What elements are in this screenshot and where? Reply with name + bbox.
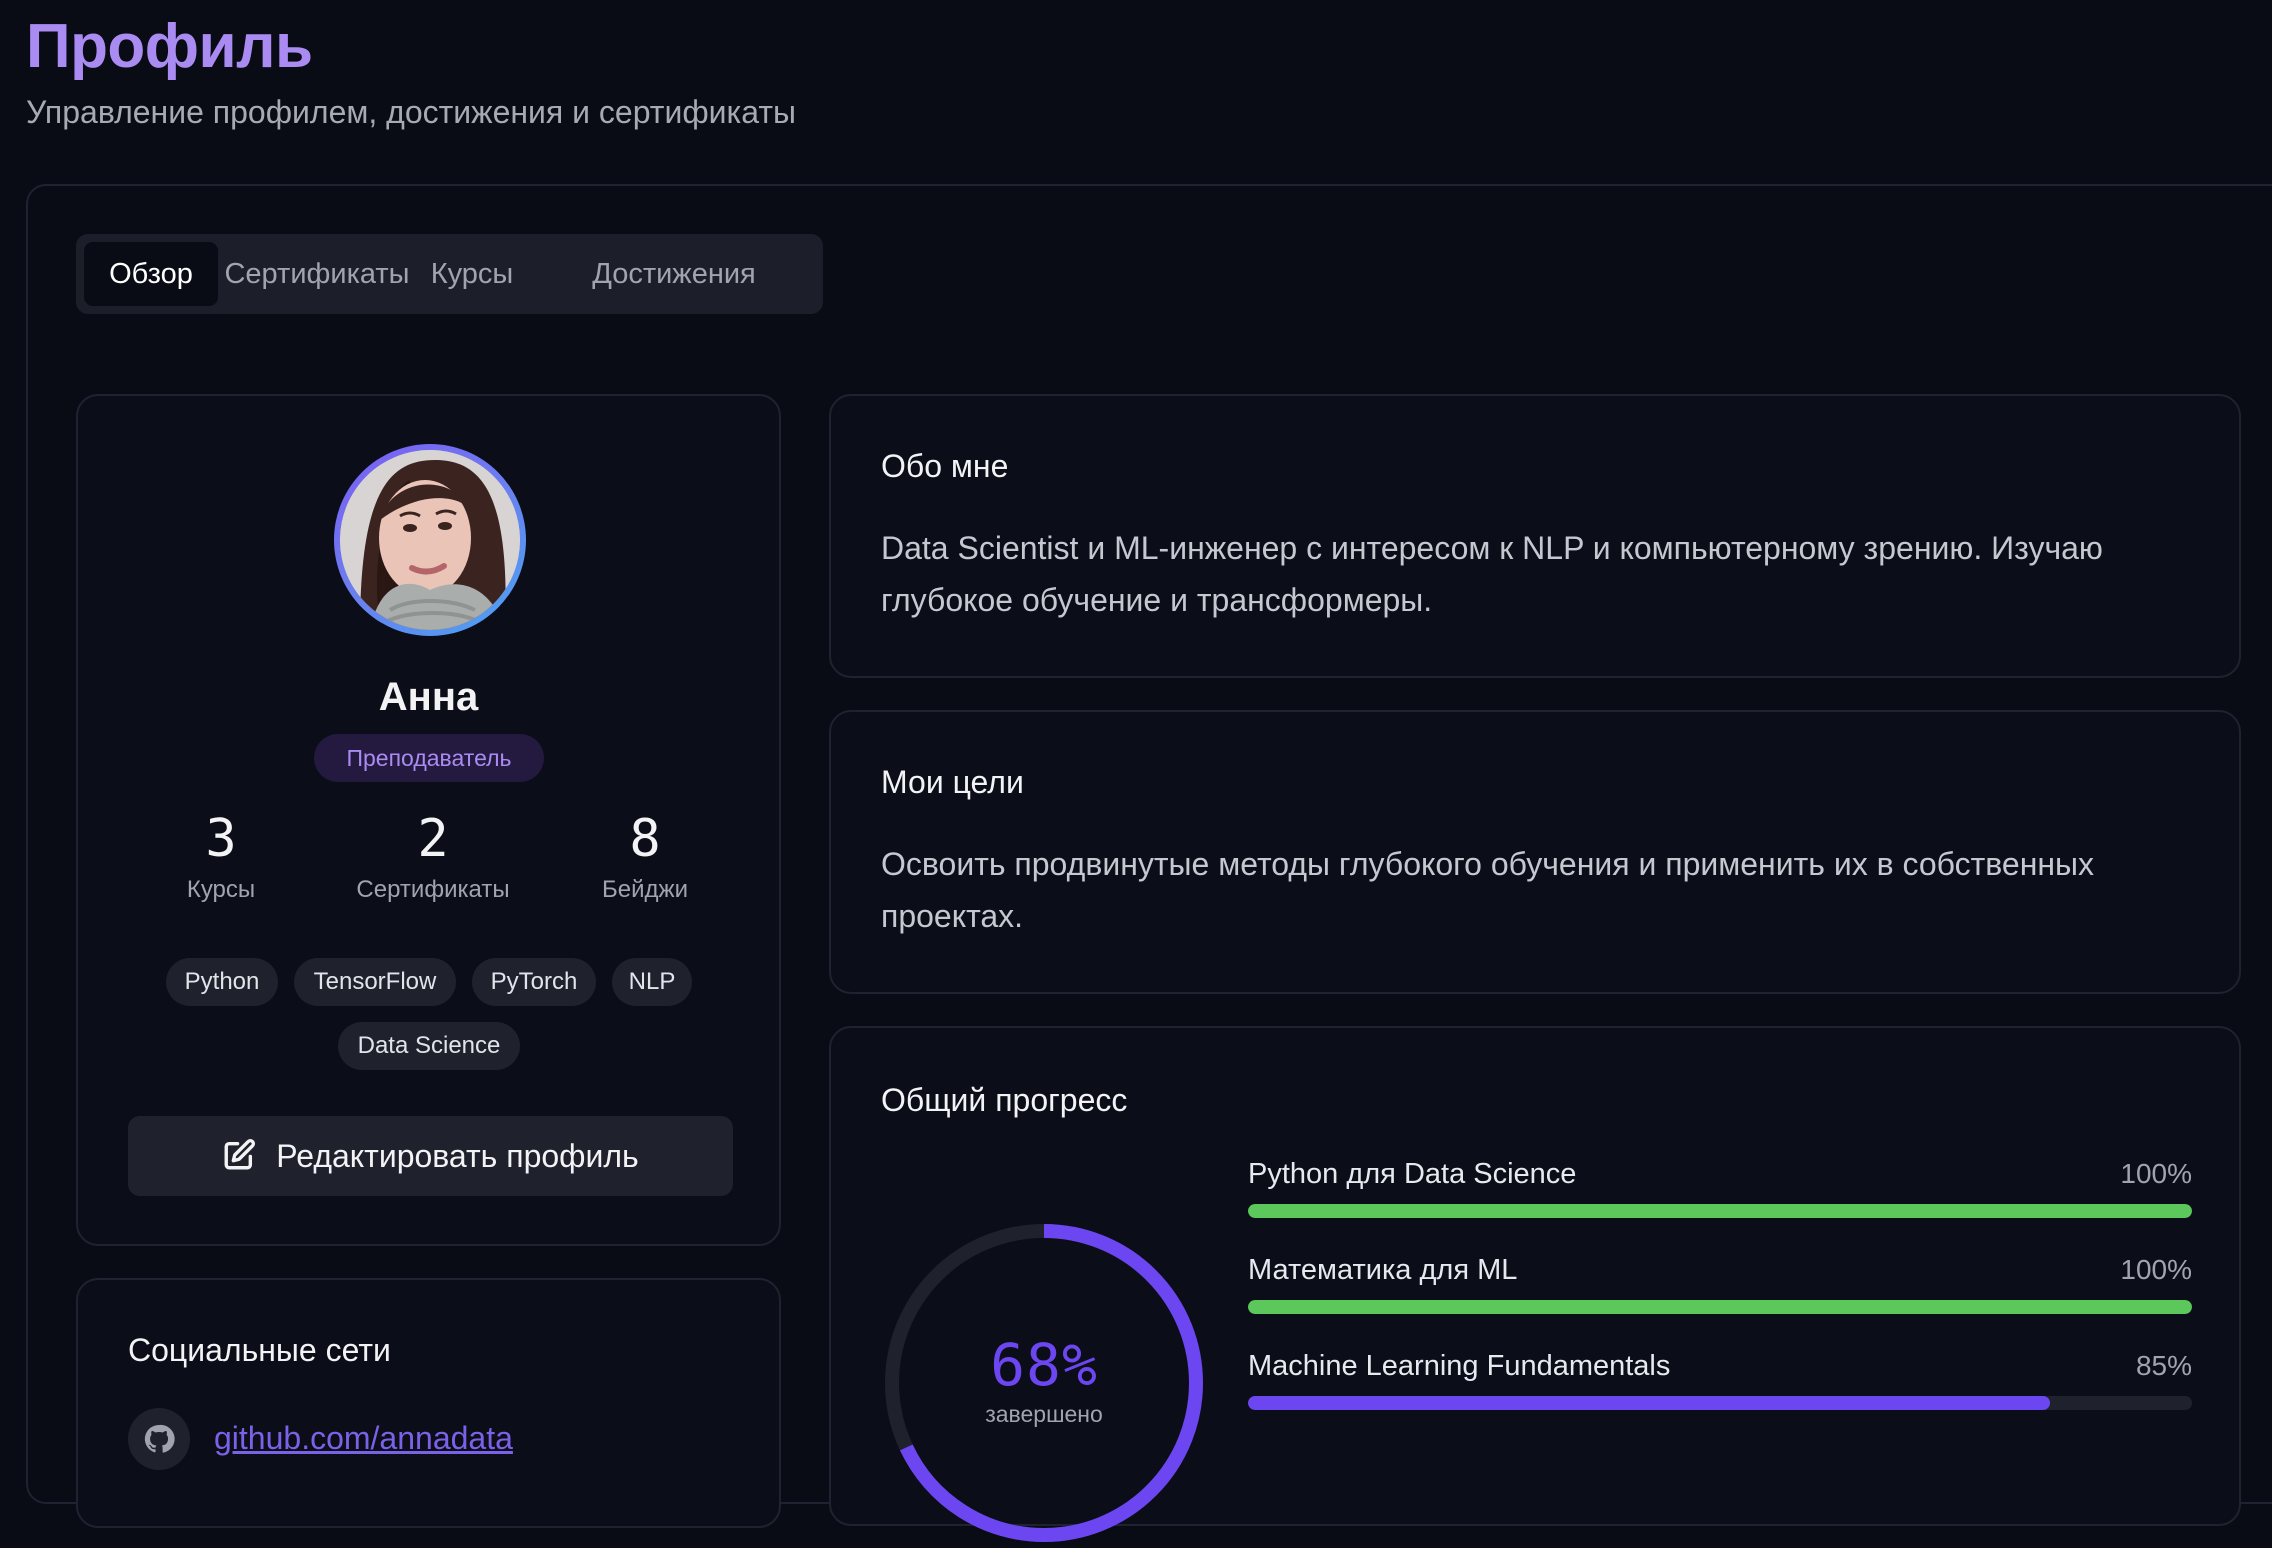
- progress-bar-fill: [1248, 1396, 2051, 1410]
- goals-title: Мои цели: [881, 764, 1024, 800]
- stat-certificates-value: 2: [417, 809, 449, 869]
- overall-percent: 68%: [990, 1331, 1098, 1399]
- stat-courses: 3 Курсы: [121, 812, 321, 904]
- progress-bar-track: [1248, 1204, 2192, 1218]
- course-progress-row: Математика для ML 100%: [1248, 1252, 2192, 1316]
- edit-profile-label: Редактировать профиль: [276, 1138, 639, 1174]
- github-icon: [128, 1408, 190, 1470]
- tab-certificates[interactable]: Сертификаты: [222, 242, 412, 306]
- tab-achievements[interactable]: Достижения: [532, 242, 816, 306]
- page-subtitle: Управление профилем, достижения и сертиф…: [26, 94, 796, 130]
- course-percent: 85%: [2135, 1350, 2192, 1381]
- progress-bar-fill: [1248, 1204, 2192, 1218]
- course-percent: 100%: [2120, 1158, 2192, 1189]
- stat-courses-label: Курсы: [186, 876, 256, 903]
- stat-certificates-label: Сертификаты: [356, 876, 510, 903]
- stat-badges-value: 8: [629, 809, 661, 869]
- course-name: Математика для ML: [1248, 1254, 1518, 1286]
- tab-bar: Обзор Сертификаты Курсы Достижения: [76, 234, 823, 314]
- progress-bar-track: [1248, 1300, 2192, 1314]
- course-name: Python для Data Science: [1248, 1158, 1577, 1190]
- user-name: Анна: [378, 675, 479, 719]
- avatar[interactable]: [334, 444, 526, 636]
- tab-overview[interactable]: Обзор: [84, 242, 218, 306]
- social-title: Социальные сети: [128, 1332, 391, 1368]
- stat-badges-label: Бейджи: [602, 876, 688, 903]
- progress-title: Общий прогресс: [881, 1082, 1128, 1118]
- course-percent: 100%: [2120, 1254, 2192, 1285]
- social-card: Социальные сети github.com/annadata: [76, 1278, 781, 1528]
- edit-profile-button[interactable]: Редактировать профиль: [128, 1116, 733, 1196]
- course-progress-row: Python для Data Science 100%: [1248, 1156, 2192, 1220]
- course-progress-row: Machine Learning Fundamentals 85%: [1248, 1348, 2192, 1412]
- progress-bar-fill: [1248, 1300, 2192, 1314]
- about-title: Обо мне: [881, 448, 1009, 484]
- tab-courses[interactable]: Курсы: [416, 242, 528, 306]
- stat-badges: 8 Бейджи: [545, 812, 745, 904]
- about-text: Data Scientist и ML-инженер с интересом …: [881, 530, 2103, 618]
- edit-icon: [224, 1138, 256, 1170]
- progress-bar-track: [1248, 1396, 2192, 1410]
- about-card: Обо мне Data Scientist и ML-инженер с ин…: [829, 394, 2241, 678]
- skill-tag: Python: [166, 958, 278, 1006]
- goals-text: Освоить продвинутые методы глубокого обу…: [881, 846, 2095, 934]
- progress-card: Общий прогресс 68% завершено Python для …: [829, 1026, 2241, 1542]
- profile-card: Анна Преподаватель 3 Курсы 2 Сертификаты…: [76, 394, 781, 1246]
- overall-caption: завершено: [985, 1401, 1103, 1427]
- stat-certificates: 2 Сертификаты: [333, 812, 533, 904]
- skill-tag: PyTorch: [472, 958, 596, 1006]
- skill-tag: NLP: [612, 958, 692, 1006]
- github-link[interactable]: github.com/annadata: [214, 1414, 513, 1462]
- role-badge: Преподаватель: [314, 734, 544, 782]
- overall-progress-ring: 68% завершено: [879, 1218, 1209, 1548]
- course-name: Machine Learning Fundamentals: [1248, 1350, 1671, 1382]
- page-title: Профиль: [26, 12, 313, 81]
- skill-tag: TensorFlow: [294, 958, 456, 1006]
- stat-courses-value: 3: [205, 809, 237, 869]
- goals-card: Мои цели Освоить продвинутые методы глуб…: [829, 710, 2241, 994]
- avatar-image: [340, 450, 520, 630]
- skill-tag: Data Science: [338, 1022, 520, 1070]
